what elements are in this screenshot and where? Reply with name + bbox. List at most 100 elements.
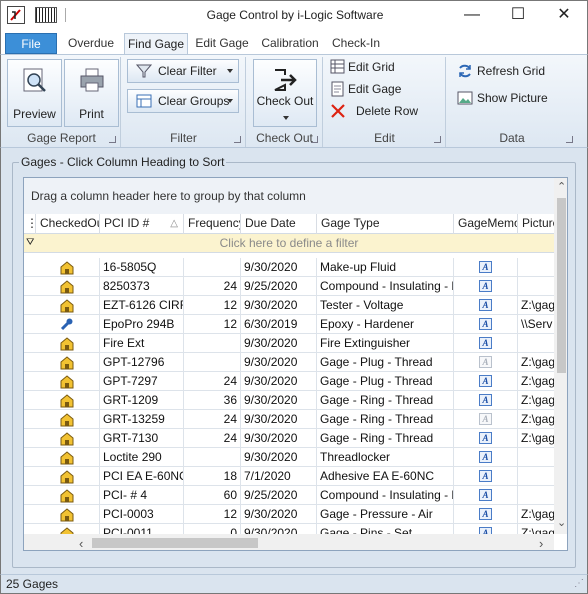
clear-groups-button[interactable]: Clear Groups [127, 89, 239, 113]
due-date-cell[interactable]: 9/30/2020 [241, 296, 317, 315]
column-chooser-icon[interactable]: ⋮ [24, 214, 36, 234]
refresh-grid-button[interactable]: Refresh Grid [457, 61, 569, 81]
table-row[interactable]: GRT-1209 36 9/30/2020 Gage - Ring - Thread A… [24, 391, 554, 410]
due-date-cell[interactable]: 9/30/2020 [241, 372, 317, 391]
memo-icon[interactable]: A [479, 413, 492, 425]
frequency-cell[interactable]: 24 [184, 372, 241, 391]
picture-cell[interactable] [518, 334, 554, 353]
clear-filter-button[interactable]: Clear Filter [127, 59, 239, 83]
due-date-cell[interactable]: 9/30/2020 [241, 410, 317, 429]
horizontal-scroll-thumb[interactable] [92, 538, 258, 548]
picture-cell[interactable]: Z:\gag [518, 296, 554, 315]
gage-type-cell[interactable]: Adhesive EA E-60NC [317, 467, 454, 486]
gage-type-cell[interactable]: Gage - Plug - Thread [317, 372, 454, 391]
due-date-cell[interactable]: 9/30/2020 [241, 448, 317, 467]
frequency-cell[interactable]: 18 [184, 467, 241, 486]
picture-cell[interactable]: Z:\gag [518, 410, 554, 429]
due-date-cell[interactable]: 7/1/2020 [241, 467, 317, 486]
pci-id-cell[interactable]: 8250373 [100, 277, 184, 296]
frequency-cell[interactable]: 12 [184, 315, 241, 334]
delete-row-button[interactable]: Delete Row [330, 101, 440, 121]
table-row[interactable]: EpoPro 294B 12 6/30/2019 Epoxy - Hardener A \… [24, 315, 554, 334]
horizontal-scrollbar[interactable]: ‹ › [24, 534, 554, 550]
gage-memo-cell[interactable]: A [454, 372, 518, 391]
dialog-launcher-icon[interactable] [434, 136, 441, 143]
due-date-cell[interactable]: 9/30/2020 [241, 429, 317, 448]
memo-icon[interactable]: A [479, 432, 492, 444]
close-button[interactable]: ✕ [541, 1, 587, 31]
due-date-cell[interactable]: 6/30/2019 [241, 315, 317, 334]
gage-memo-cell[interactable]: A [454, 334, 518, 353]
pci-id-cell[interactable]: PCI-0003 [100, 505, 184, 524]
frequency-cell[interactable]: 0 [184, 524, 241, 534]
table-row[interactable]: EZT-6126 CIRRIS129/30/2020Tester - Volta… [24, 296, 554, 315]
memo-icon[interactable]: A [479, 337, 492, 349]
column-header-frequency[interactable]: Frequency [184, 214, 241, 234]
memo-icon[interactable]: A [479, 451, 492, 463]
group-by-panel[interactable]: Drag a column header here to group by th… [24, 178, 567, 214]
table-row[interactable]: PCI-0011 0 9/30/2020 Gage - Pins - Set A Z:\g… [24, 524, 554, 534]
gage-memo-cell[interactable]: A [454, 296, 518, 315]
column-header-gage-type[interactable]: Gage Type [317, 214, 454, 234]
gage-type-cell[interactable]: Gage - Ring - Thread [317, 391, 454, 410]
column-header-gage-memo[interactable]: GageMemo [454, 214, 518, 234]
table-row[interactable]: GRT-13259 24 9/30/2020 Gage - Ring - Thread… [24, 410, 554, 429]
pci-id-cell[interactable]: PCI-0011 [100, 524, 184, 534]
table-row[interactable]: PCI- # 4 60 9/25/2020 Compound - Insulating… [24, 486, 554, 505]
resize-grip-icon[interactable]: ⋰ [574, 575, 584, 593]
gage-memo-cell[interactable]: A [454, 277, 518, 296]
show-picture-button[interactable]: Show Picture [457, 88, 569, 108]
column-header-pci-id[interactable]: PCI ID # △ [100, 214, 184, 234]
gage-memo-cell[interactable]: A [454, 486, 518, 505]
print-button[interactable]: Print [64, 59, 119, 127]
table-row[interactable]: 8250373 24 9/25/2020 Compound - Insulating … [24, 277, 554, 296]
filter-row[interactable]: ⛛ Click here to define a filter [24, 234, 554, 253]
scroll-up-icon[interactable]: ⌃ [557, 180, 566, 193]
gage-type-cell[interactable]: Make-up Fluid [317, 258, 454, 277]
edit-gage-button[interactable]: Edit Gage [330, 79, 440, 99]
pci-id-cell[interactable]: GPT-12796 [100, 353, 184, 372]
table-row[interactable]: GRT-7130 24 9/30/2020 Gage - Ring - Thread A… [24, 429, 554, 448]
maximize-button[interactable]: ☐ [495, 1, 541, 31]
tab-overdue[interactable]: Overdue [63, 33, 119, 54]
gage-type-cell[interactable]: Gage - Pins - Set [317, 524, 454, 534]
memo-icon[interactable]: A [479, 527, 492, 534]
frequency-cell[interactable] [184, 334, 241, 353]
check-out-button[interactable]: Check Out [253, 59, 317, 127]
due-date-cell[interactable]: 9/30/2020 [241, 258, 317, 277]
picture-cell[interactable]: \\Serv [518, 315, 554, 334]
gage-memo-cell[interactable]: A [454, 315, 518, 334]
gage-type-cell[interactable]: Gage - Ring - Thread [317, 429, 454, 448]
frequency-cell[interactable] [184, 353, 241, 372]
scroll-left-icon[interactable]: ‹ [79, 536, 83, 550]
dialog-launcher-icon[interactable] [566, 136, 573, 143]
vertical-scrollbar[interactable]: ⌃ ⌄ [554, 178, 567, 534]
pci-id-cell[interactable]: GRT-1209 [100, 391, 184, 410]
frequency-cell[interactable]: 24 [184, 277, 241, 296]
table-row[interactable]: PCI EA E-60NC 18 7/1/2020 Adhesive EA E-60N… [24, 467, 554, 486]
preview-button[interactable]: Preview [7, 59, 62, 127]
pci-id-cell[interactable]: EZT-6126 CIRRIS [100, 296, 184, 315]
scroll-down-icon[interactable]: ⌄ [557, 516, 566, 529]
due-date-cell[interactable]: 9/25/2020 [241, 277, 317, 296]
tab-check-in[interactable]: Check-In [327, 33, 385, 54]
memo-icon[interactable]: A [479, 508, 492, 520]
due-date-cell[interactable]: 9/30/2020 [241, 524, 317, 534]
gage-type-cell[interactable]: Epoxy - Hardener [317, 315, 454, 334]
picture-cell[interactable]: Z:\gag [518, 524, 554, 534]
frequency-cell[interactable]: 24 [184, 410, 241, 429]
gage-memo-cell[interactable]: A [454, 505, 518, 524]
scroll-right-icon[interactable]: › [539, 536, 543, 550]
due-date-cell[interactable]: 9/30/2020 [241, 505, 317, 524]
tab-find-gage[interactable]: Find Gage [124, 33, 188, 54]
tab-file[interactable]: File [5, 33, 57, 54]
table-row[interactable]: Loctite 290 9/30/2020 Threadlocker A [24, 448, 554, 467]
due-date-cell[interactable]: 9/25/2020 [241, 486, 317, 505]
frequency-cell[interactable]: 36 [184, 391, 241, 410]
frequency-cell[interactable]: 12 [184, 296, 241, 315]
vertical-scroll-thumb[interactable] [557, 198, 566, 373]
picture-cell[interactable] [518, 467, 554, 486]
gage-memo-cell[interactable]: A [454, 429, 518, 448]
table-row[interactable]: Fire Ext 9/30/2020 Fire Extinguisher A [24, 334, 554, 353]
column-header-due-date[interactable]: Due Date [241, 214, 317, 234]
